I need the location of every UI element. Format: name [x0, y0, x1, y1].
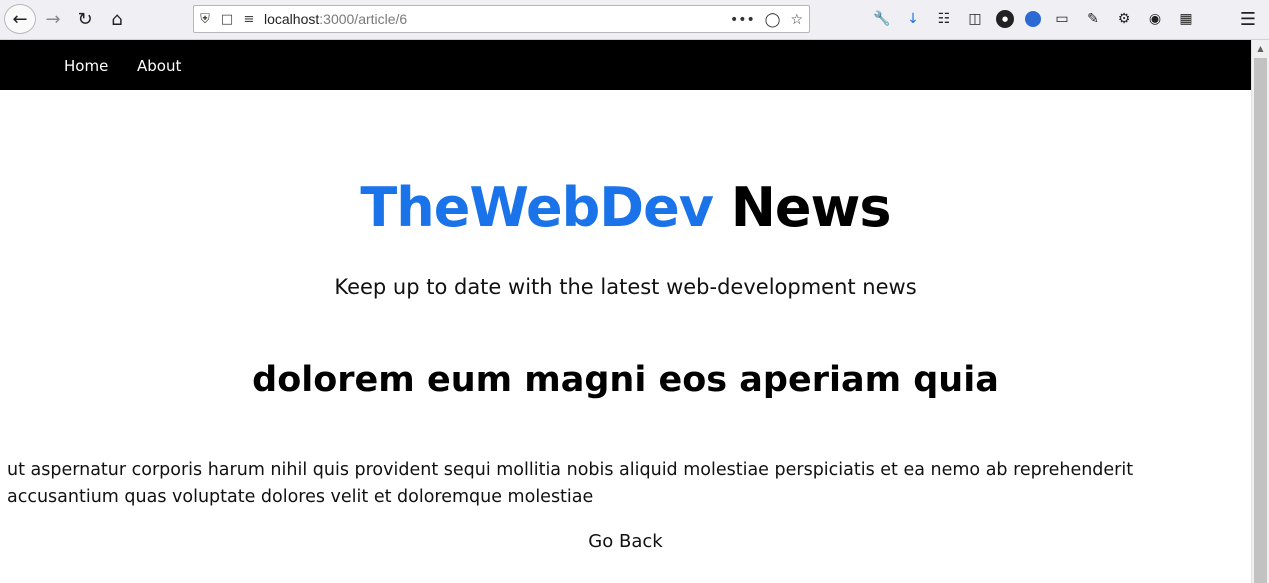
nav-link-about[interactable]: About: [137, 57, 181, 75]
nav-link-home[interactable]: Home: [64, 57, 108, 75]
site-navbar: Home About: [0, 40, 1251, 90]
bookmark-star-icon[interactable]: ☆: [790, 12, 803, 28]
screenshot-icon[interactable]: ▦: [1176, 9, 1196, 29]
go-back-button[interactable]: Go Back: [588, 531, 662, 552]
article-title: dolorem eum magni eos aperiam quia: [252, 360, 999, 400]
hamburger-menu-icon[interactable]: ☰: [1237, 8, 1259, 30]
reload-icon[interactable]: ↻: [70, 5, 100, 33]
site-title-brand: TheWebDev: [360, 176, 713, 239]
permissions-icon[interactable]: ≡: [238, 5, 260, 33]
address-bar[interactable]: ⛨ □ ≡ localhost:3000/article/6 ••• ◯ ☆: [193, 5, 810, 33]
go-back-container: Go Back: [0, 531, 1251, 552]
site-tagline: Keep up to date with the latest web-deve…: [334, 275, 917, 299]
pocket-icon[interactable]: ◯: [765, 12, 781, 28]
url-path: :3000/article/6: [319, 11, 408, 27]
page-info-icon[interactable]: □: [216, 5, 238, 33]
page-content: TheWebDev News Keep up to date with the …: [0, 90, 1251, 583]
url-host: localhost: [264, 11, 320, 27]
home-icon[interactable]: ⌂: [102, 5, 132, 33]
globe-icon[interactable]: [1025, 11, 1041, 27]
download-icon[interactable]: ↓: [903, 9, 923, 29]
article-body: ut aspernatur corporis harum nihil quis …: [7, 460, 1134, 507]
notes-icon[interactable]: ✎: [1083, 9, 1103, 29]
page-actions-icon[interactable]: •••: [730, 12, 755, 28]
addon-icon[interactable]: ◉: [1145, 9, 1165, 29]
library-icon[interactable]: ☷: [934, 9, 954, 29]
url-text[interactable]: localhost:3000/article/6: [264, 11, 407, 27]
scroll-up-arrow-icon[interactable]: ▲: [1252, 40, 1269, 57]
scrollbar-thumb[interactable]: [1254, 58, 1267, 583]
site-title: TheWebDev News: [0, 176, 1251, 239]
vertical-scrollbar[interactable]: ▲: [1251, 40, 1269, 583]
sidebar-icon[interactable]: ◫: [965, 9, 985, 29]
browser-toolbar: ← → ↻ ⌂ ⛨ □ ≡ localhost:3000/article/6 •…: [0, 0, 1269, 40]
shield-icon[interactable]: ⛨: [194, 5, 216, 33]
monitor-icon[interactable]: ▭: [1052, 9, 1072, 29]
extension-toolbar: 🔧 ↓ ☷ ◫ ● ▭ ✎ ⚙ ◉ ▦: [872, 6, 1196, 32]
forward-arrow-icon[interactable]: →: [38, 5, 68, 33]
puzzle-icon[interactable]: ⚙: [1114, 9, 1134, 29]
site-title-rest: News: [730, 176, 892, 239]
extension-badge-icon[interactable]: ●: [996, 10, 1014, 28]
back-arrow-icon[interactable]: ←: [4, 4, 36, 34]
wrench-icon[interactable]: 🔧: [872, 9, 892, 29]
